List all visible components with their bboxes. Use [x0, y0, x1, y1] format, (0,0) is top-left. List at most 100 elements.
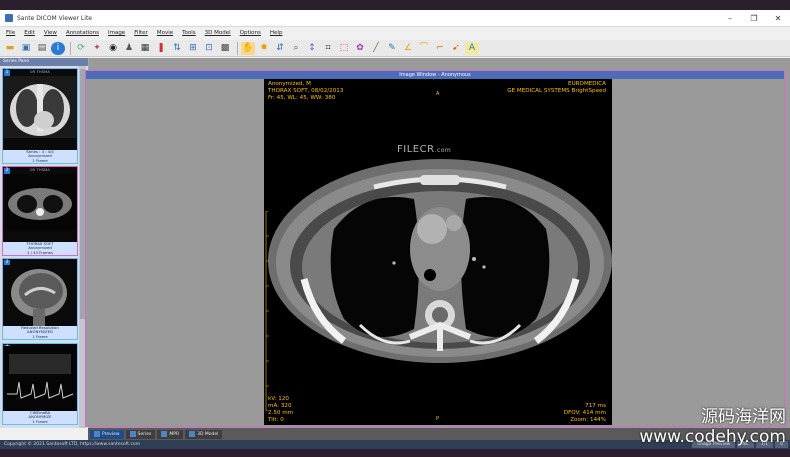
text-tool-icon[interactable]: A: [465, 41, 479, 55]
ruler-scale: [265, 211, 269, 411]
tab-series[interactable]: Series: [125, 429, 156, 439]
overlay-zoom: Zoom: 144%: [570, 417, 606, 423]
app-window: Sante DICOM Viewer Lite – ❐ ✕ File Edit …: [0, 10, 790, 449]
image-window: Image Window - Anonymous Anonymized, M T…: [85, 70, 785, 427]
watermark-filecr-text: FILECR: [397, 144, 435, 155]
menu-bar: File Edit View Annotations Image Filter …: [0, 27, 790, 39]
overlay-kv: kV: 120: [268, 396, 289, 402]
series-caption-line: 1 Frame: [32, 157, 48, 163]
series-caption: CINEmaRA ANONYMIZE 1 Frame: [3, 410, 77, 424]
tab-mpr[interactable]: MPR: [157, 429, 184, 439]
overlay-position: 717 ms: [585, 403, 606, 409]
ct-axial-thumbnail: [3, 174, 77, 230]
series-thumbnail[interactable]: 4 CINEmaRA ANONYMIZE 1 Frame: [2, 343, 78, 425]
angle-tool-icon[interactable]: ∠: [401, 42, 415, 55]
series-thumbnail[interactable]: 3 Reduced Resolution ANONYMIZED 1 Frame: [2, 258, 78, 340]
arrow-tool-icon[interactable]: ➹: [449, 42, 463, 55]
image-viewport[interactable]: Anonymized, M THORAX SOFT, 08/02/2013 Fr…: [264, 79, 612, 425]
overlay-institution: EUROMEDICA: [568, 81, 606, 87]
watermark-codehy-cn: 源码海洋网: [701, 407, 786, 427]
tab-preview[interactable]: Preview: [90, 429, 124, 439]
watermark-codehy: 源码海洋网 www.codehy.com: [639, 407, 786, 447]
ultrasound-doppler-thumbnail: [3, 346, 77, 412]
window-level-icon[interactable]: ⇵: [273, 42, 287, 55]
watermark-filecr: FILECR.com: [397, 144, 451, 155]
ct-axial-image: [264, 79, 612, 425]
flip-icon[interactable]: ⇅: [170, 42, 184, 55]
menu-tools[interactable]: Tools: [182, 30, 196, 36]
select-region-icon[interactable]: ⬚: [337, 42, 351, 55]
overlay-window-level: Fr: 45, WL: 45, WW: 380: [268, 95, 336, 101]
tab-mpr-label: MPR: [169, 431, 180, 437]
menu-filter[interactable]: Filter: [134, 30, 148, 36]
chest-xray-thumbnail: [3, 76, 77, 138]
series-caption: THORAX SOFT Anonymized 1 / 43 Frames: [3, 241, 77, 255]
cube-icon: [189, 431, 196, 437]
menu-help[interactable]: Help: [270, 30, 283, 36]
app-icon: [5, 14, 13, 22]
toolbar-separator: [237, 41, 238, 55]
status-copyright: Copyright © 2021 Santesoft LTD, https://…: [4, 442, 141, 447]
eye-icon[interactable]: ◉: [106, 42, 120, 55]
rotate-icon[interactable]: ⟳: [74, 42, 88, 55]
series-pane-header: Series Pane: [0, 58, 88, 66]
title-bar: Sante DICOM Viewer Lite – ❐ ✕: [0, 10, 790, 27]
line-tool-icon[interactable]: ╱: [369, 42, 383, 55]
print-icon[interactable]: ▤: [35, 42, 49, 55]
grid-icon[interactable]: ⊡: [202, 42, 216, 55]
color-wheel-icon[interactable]: ✿: [353, 42, 367, 55]
brightness-icon[interactable]: ✸: [257, 42, 271, 55]
window-title: Sante DICOM Viewer Lite: [17, 14, 92, 22]
tab-3d-model[interactable]: 3D Model: [185, 429, 223, 439]
magic-wand-icon[interactable]: ✦: [90, 42, 104, 55]
overlay-manufacturer: GE MEDICAL SYSTEMS BrightSpeed: [507, 88, 606, 94]
menu-edit[interactable]: Edit: [24, 30, 35, 36]
anonymize-icon[interactable]: ♟: [122, 42, 136, 55]
fit-icon[interactable]: ⊞: [186, 42, 200, 55]
image-icon[interactable]: ▩: [218, 42, 232, 55]
overlay-series-date: THORAX SOFT, 08/02/2013: [268, 88, 344, 94]
scroll-icon[interactable]: ↕: [305, 42, 319, 55]
overlay-ma: mA: 320: [268, 403, 292, 409]
menu-file[interactable]: File: [6, 30, 15, 36]
series-pane: Series Pane 0R THSMA 1 Series : 4 : 4/4 …: [0, 58, 89, 428]
roi-icon[interactable]: ⌗: [321, 42, 335, 55]
layout-icon[interactable]: ▦: [138, 42, 152, 55]
menu-3d-model[interactable]: 3D Model: [205, 30, 231, 36]
minimize-button[interactable]: –: [718, 14, 742, 23]
tab-preview-label: Preview: [102, 431, 120, 437]
info-icon[interactable]: i: [51, 41, 65, 55]
series-thumbnail[interactable]: 0R THSMA 2 THORAX SOFT Anonymized 1 / 43…: [2, 166, 78, 256]
pan-hand-icon[interactable]: ✋: [241, 41, 255, 55]
arc-tool-icon[interactable]: ⌒: [417, 42, 431, 55]
series-caption-line: 1 Frame: [32, 418, 48, 424]
series-caption-line: 1 Frame: [32, 333, 48, 339]
menu-annotations[interactable]: Annotations: [66, 30, 99, 36]
watermark-codehy-url: www.codehy.com: [639, 427, 786, 447]
tab-3d-model-label: 3D Model: [197, 431, 219, 437]
curve-tool-icon[interactable]: ⌐: [433, 42, 447, 55]
zoom-icon[interactable]: ⌕: [289, 42, 303, 55]
orientation-top: A: [436, 91, 440, 97]
series-top-label: 0R THSMA: [30, 167, 50, 172]
series-caption-line: 1 / 43 Frames: [27, 249, 53, 255]
menu-image[interactable]: Image: [108, 30, 125, 36]
mpr-icon: [161, 431, 168, 437]
series-thumbnail[interactable]: 0R THSMA 1 Series : 4 : 4/4 Anonymized 1…: [2, 68, 78, 164]
menu-options[interactable]: Options: [240, 30, 261, 36]
tab-series-label: Series: [137, 431, 152, 437]
menu-movie[interactable]: Movie: [157, 30, 173, 36]
save-icon[interactable]: ▣: [19, 42, 33, 55]
image-window-title: Image Window - Anonymous: [86, 71, 784, 79]
overlay-thickness: 2.50 mm: [268, 410, 294, 416]
close-button[interactable]: ✕: [766, 14, 790, 23]
menu-view[interactable]: View: [44, 30, 57, 36]
mri-head-thumbnail: [3, 265, 77, 327]
overlay-tilt: Tilt: 0: [268, 417, 284, 423]
pen-tool-icon[interactable]: ✎: [385, 42, 399, 55]
open-folder-icon[interactable]: ▬: [3, 42, 17, 55]
maximize-button[interactable]: ❐: [742, 14, 766, 23]
series-icon: [129, 431, 136, 437]
toolbar-separator: [70, 41, 71, 55]
palette-icon[interactable]: ❚: [154, 42, 168, 55]
